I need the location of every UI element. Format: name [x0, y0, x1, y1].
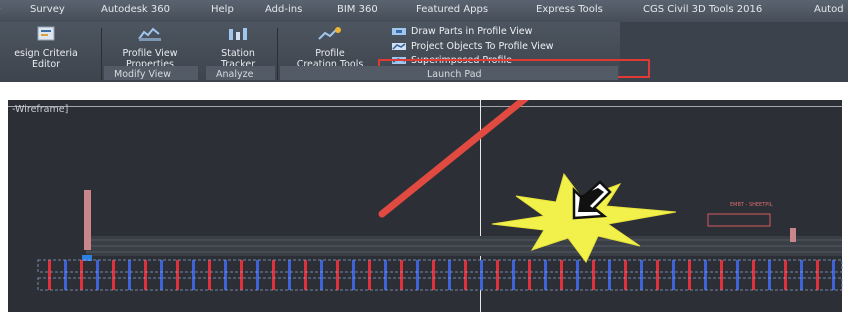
station-tick	[576, 260, 579, 290]
project-objects-to-profile-view-item[interactable]: Project Objects To Profile View	[392, 41, 554, 52]
design-criteria-label-2: Editor	[31, 59, 61, 70]
menu-tab-bim360[interactable]: BIM 360	[337, 4, 378, 15]
station-tick	[160, 260, 163, 290]
menu-tab-featured-apps[interactable]: Featured Apps	[416, 4, 488, 15]
station-tick	[640, 260, 643, 290]
right-section-outline	[707, 213, 771, 227]
ribbon-separator	[277, 28, 278, 80]
menu-tab-prev[interactable]: ·	[0, 4, 1, 15]
drawing-canvas[interactable]: -Wireframe] EMBT - SHEETPIL	[8, 100, 848, 312]
station-tick	[816, 260, 819, 290]
station-tick	[704, 260, 707, 290]
menu-tab-autodesk360[interactable]: Autodesk 360	[101, 4, 170, 15]
station-tick	[752, 260, 755, 290]
station-tick	[64, 260, 67, 290]
menu-tab-survey[interactable]: Survey	[30, 4, 65, 15]
station-tick	[128, 260, 131, 290]
station-tick	[80, 260, 83, 290]
station-tick	[800, 260, 803, 290]
design-criteria-label-1: esign Criteria	[14, 48, 78, 59]
profile-creation-label-1: Profile	[315, 48, 345, 59]
station-tick	[768, 260, 771, 290]
station-tick	[320, 260, 323, 290]
station-tick	[720, 260, 723, 290]
station-tick	[672, 260, 675, 290]
station-tick	[208, 260, 211, 290]
station-tick	[544, 260, 547, 290]
station-tick	[832, 260, 835, 290]
station-tick	[112, 260, 115, 290]
station-tick	[192, 260, 195, 290]
station-tick	[368, 260, 371, 290]
menu-tab-cgs-tools[interactable]: CGS Civil 3D Tools 2016	[643, 4, 762, 15]
draw-parts-in-profile-view-item[interactable]: Draw Parts in Profile View	[392, 26, 532, 37]
station-ticks	[48, 260, 835, 290]
profile-view-drawing: EMBT - SHEETPIL	[37, 100, 843, 291]
menu-tab-help[interactable]: Help	[211, 4, 234, 15]
draw-parts-icon	[392, 28, 406, 35]
design-criteria-editor-button[interactable]: esign Criteria Editor	[0, 26, 92, 70]
station-tick	[224, 260, 227, 290]
station-tick	[48, 260, 51, 290]
station-tick	[784, 260, 787, 290]
station-tick	[528, 260, 531, 290]
profile-creation-tools-button[interactable]: Profile Creation Tools	[280, 26, 380, 70]
panel-label-analyze: Analyze	[216, 69, 254, 80]
profile-view-properties-icon	[138, 27, 161, 41]
arrow-icon	[378, 100, 529, 218]
station-tick	[656, 260, 659, 290]
station-tick	[512, 260, 515, 290]
station-tick	[304, 260, 307, 290]
station-tick	[240, 260, 243, 290]
station-tick	[352, 260, 355, 290]
ribbon-separator	[101, 28, 102, 80]
station-tick	[96, 260, 99, 290]
station-tick	[688, 260, 691, 290]
ribbon: esign Criteria Editor Profile View Prope…	[0, 22, 848, 82]
project-objects-label: Project Objects To Profile View	[411, 41, 554, 52]
menu-bar: · Survey Autodesk 360 Help Add-ins BIM 3…	[0, 0, 848, 23]
station-tick	[560, 260, 563, 290]
station-tracker-label-1: Station	[221, 48, 255, 59]
station-tick	[448, 260, 451, 290]
profile-view-properties-button[interactable]: Profile View Properties	[104, 26, 196, 70]
station-tracker-button[interactable]: Station Tracker	[206, 26, 270, 70]
profile-view-properties-label-1: Profile View	[122, 48, 178, 59]
menu-tab-express-tools[interactable]: Express Tools	[536, 4, 603, 15]
left-sheetpile	[84, 190, 91, 250]
station-tick	[608, 260, 611, 290]
station-tracker-icon	[229, 28, 247, 40]
ribbon-bottom-strip	[0, 82, 848, 100]
station-tick	[496, 260, 499, 290]
station-tick	[384, 260, 387, 290]
station-tick	[480, 260, 483, 290]
station-tick	[432, 260, 435, 290]
draw-parts-label: Draw Parts in Profile View	[411, 26, 533, 37]
station-tick	[176, 260, 179, 290]
station-tick	[144, 260, 147, 290]
station-tick	[736, 260, 739, 290]
station-tick	[288, 260, 291, 290]
menu-tab-addins[interactable]: Add-ins	[265, 4, 302, 15]
right-annotation-label: EMBT - SHEETPIL	[730, 202, 773, 208]
menu-tab-autod[interactable]: Autod	[814, 4, 844, 15]
right-sheetpile	[790, 228, 796, 242]
station-tick	[256, 260, 259, 290]
station-tick	[592, 260, 595, 290]
design-criteria-icon	[37, 26, 55, 41]
project-objects-icon	[392, 43, 406, 50]
profile-creation-icon	[318, 27, 341, 40]
station-tick	[416, 260, 419, 290]
civil3d-window: · Survey Autodesk 360 Help Add-ins BIM 3…	[0, 0, 848, 312]
station-tick	[336, 260, 339, 290]
panel-label-launch-pad: Launch Pad	[427, 69, 482, 80]
station-tick	[400, 260, 403, 290]
ribbon-empty-area	[620, 22, 848, 82]
station-tick	[464, 260, 467, 290]
station-tick	[272, 260, 275, 290]
panel-label-modify-view: Modify View	[114, 69, 172, 80]
station-tick	[624, 260, 627, 290]
